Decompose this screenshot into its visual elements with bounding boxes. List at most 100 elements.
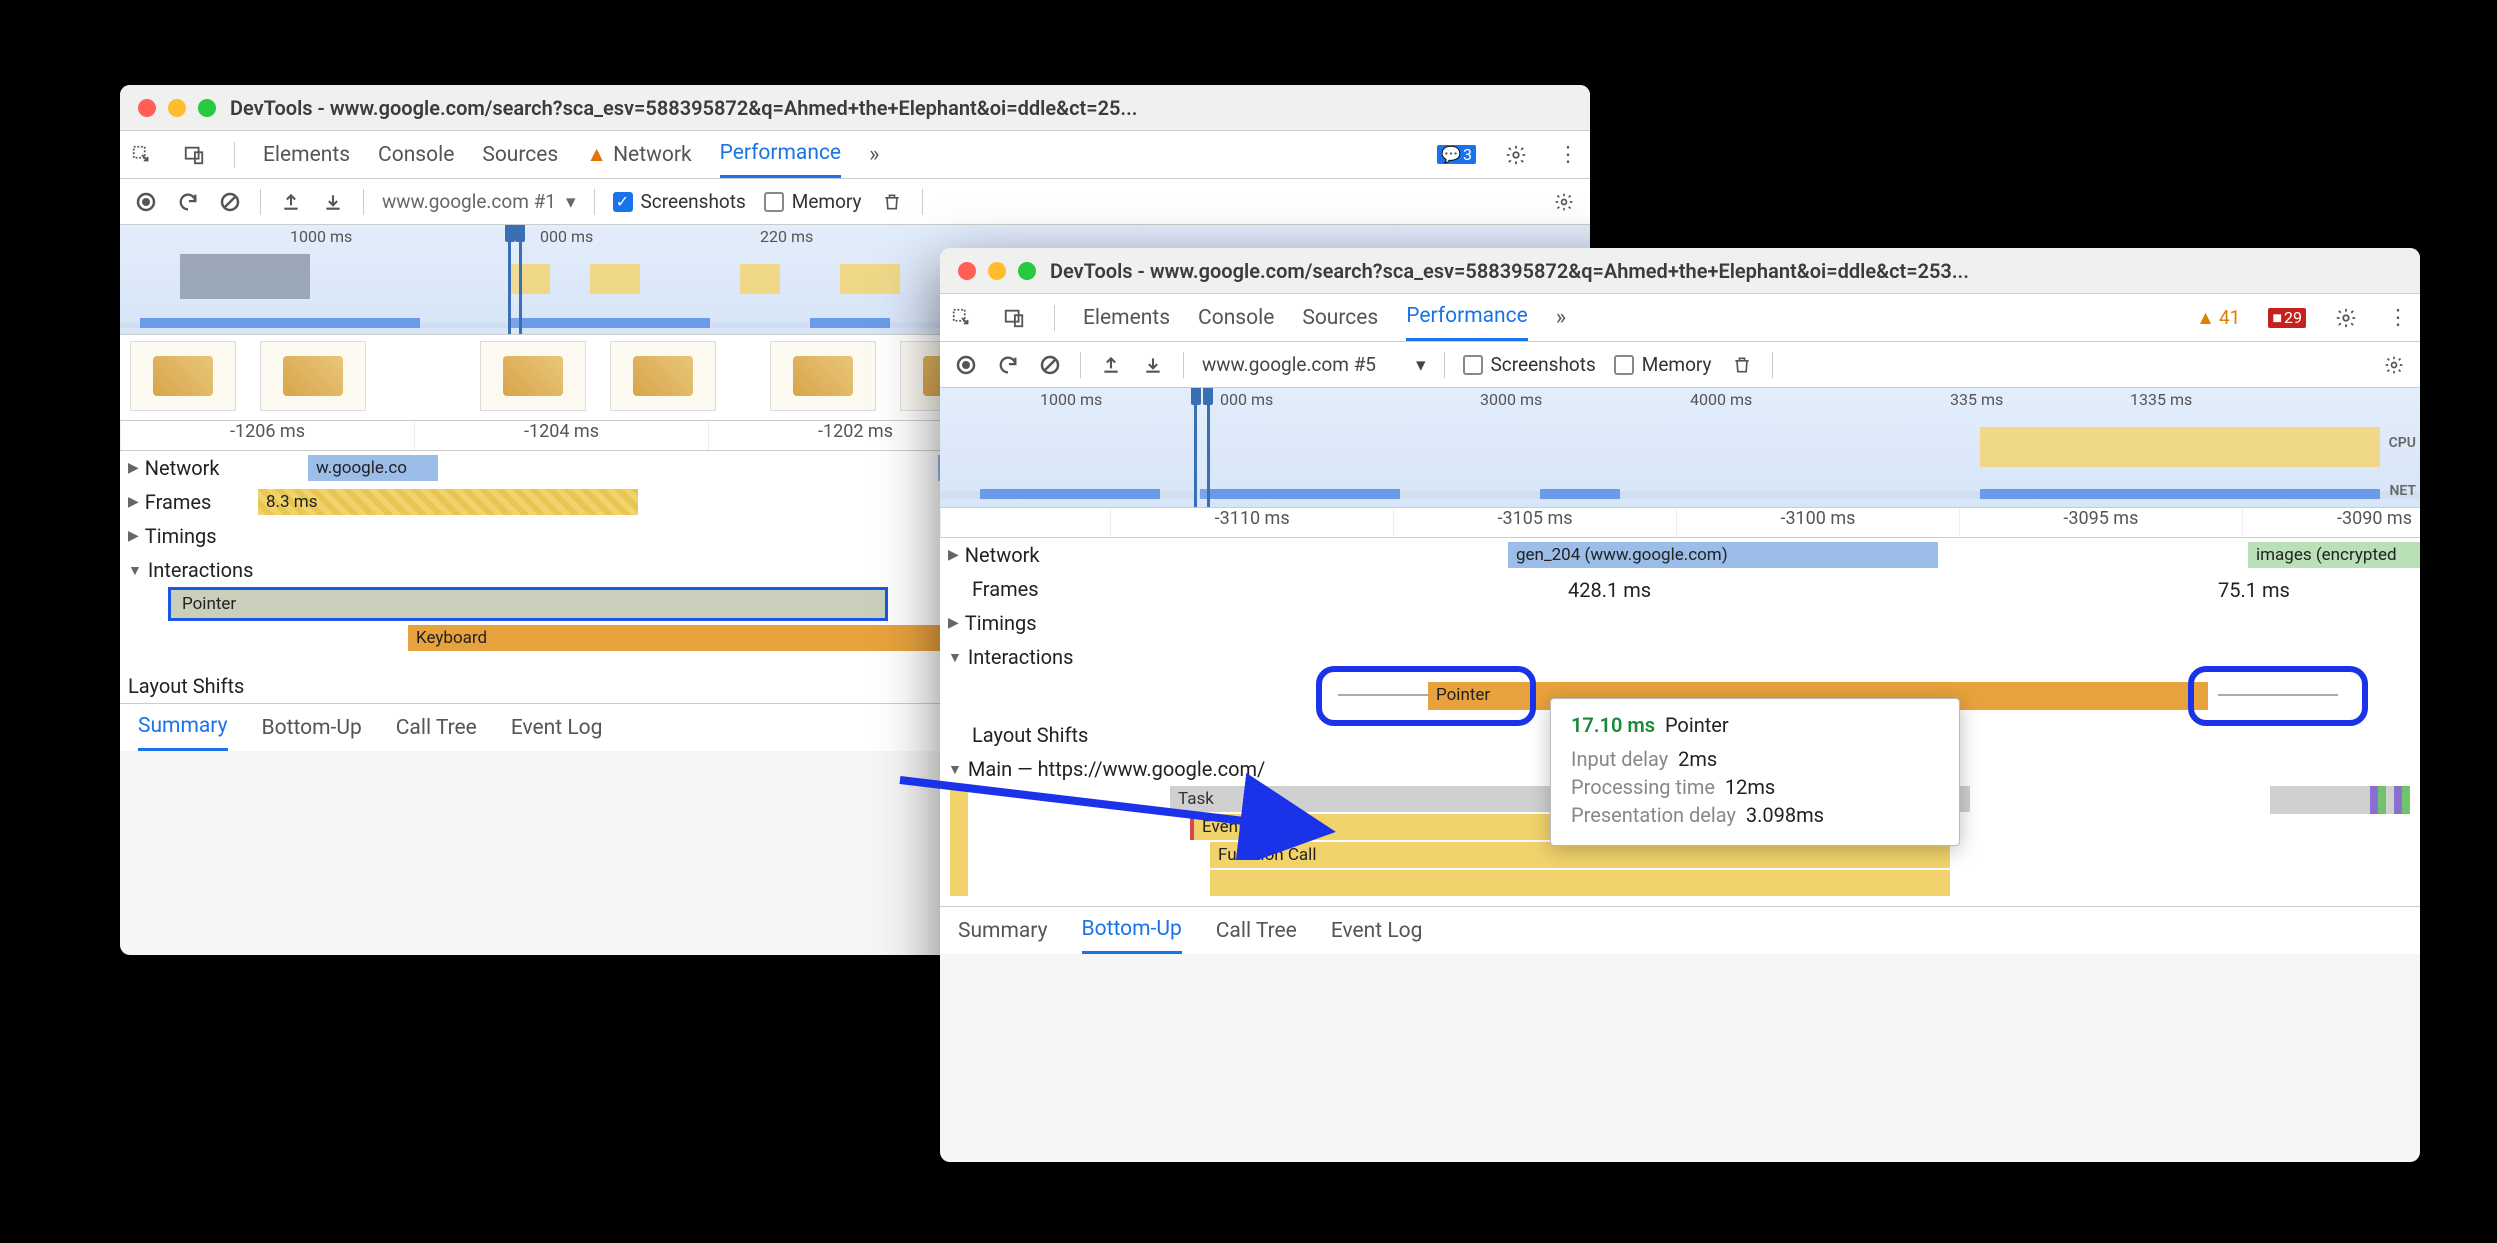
- reload-icon[interactable]: [996, 353, 1020, 377]
- gear-icon[interactable]: [2382, 353, 2406, 377]
- tab-network[interactable]: ▲ Network: [586, 131, 691, 178]
- session-select[interactable]: www.google.com #5 ▾: [1202, 353, 1426, 376]
- track-interactions[interactable]: ▼Interactions: [128, 558, 308, 582]
- overview-tick: 1335 ms: [2130, 390, 2192, 409]
- messages-badge[interactable]: 💬 3: [1437, 145, 1476, 164]
- flame-bar[interactable]: [2378, 786, 2386, 814]
- perf-toolbar: www.google.com #1 ▾ ✓ Screenshots Memory: [120, 179, 1590, 225]
- tab-performance[interactable]: Performance: [720, 131, 841, 178]
- tab-call-tree[interactable]: Call Tree: [396, 704, 477, 751]
- warnings-badge[interactable]: ▲ 41: [2196, 306, 2240, 330]
- session-label: www.google.com #1: [382, 190, 556, 213]
- screenshot-thumb[interactable]: [610, 341, 716, 411]
- flame-bar[interactable]: [2370, 786, 2378, 814]
- gear-icon[interactable]: [2334, 306, 2358, 330]
- track-timings[interactable]: ▶Timings: [128, 524, 308, 548]
- memory-checkbox[interactable]: Memory: [764, 190, 862, 213]
- tab-bottom-up[interactable]: Bottom-Up: [262, 704, 362, 751]
- flame-bar[interactable]: [2270, 786, 2370, 814]
- device-toggle-icon[interactable]: [182, 143, 206, 167]
- errors-badge[interactable]: ■ 29: [2268, 308, 2306, 328]
- session-select[interactable]: www.google.com #1 ▾: [382, 190, 576, 213]
- screenshots-checkbox[interactable]: Screenshots: [1463, 353, 1596, 376]
- screenshot-thumb[interactable]: [260, 341, 366, 411]
- track-interactions[interactable]: ▼Interactions: [948, 645, 1128, 669]
- memory-checkbox[interactable]: Memory: [1614, 353, 1712, 376]
- flame-bar[interactable]: [1210, 870, 1950, 896]
- tab-performance[interactable]: Performance: [1406, 294, 1527, 341]
- track-layout-shifts[interactable]: Layout Shifts: [128, 674, 308, 698]
- handle-left[interactable]: [505, 225, 515, 242]
- viewport-selection[interactable]: [1194, 388, 1210, 507]
- screenshots-checkbox[interactable]: ✓ Screenshots: [613, 190, 746, 213]
- network-item[interactable]: gen_204 (www.google.com): [1508, 542, 1938, 568]
- tab-console[interactable]: Console: [378, 131, 454, 178]
- overview-timeline[interactable]: 1000 ms 000 ms 3000 ms 4000 ms 335 ms 13…: [940, 388, 2420, 508]
- inspect-icon[interactable]: [950, 306, 974, 330]
- viewport-selection[interactable]: [508, 225, 522, 334]
- tab-call-tree[interactable]: Call Tree: [1216, 907, 1297, 954]
- tab-console[interactable]: Console: [1198, 294, 1274, 341]
- kebab-icon[interactable]: ⋮: [1556, 143, 1580, 167]
- record-icon[interactable]: [954, 353, 978, 377]
- download-icon[interactable]: [321, 190, 345, 214]
- device-toggle-icon[interactable]: [1002, 306, 1026, 330]
- handle-right[interactable]: [1203, 388, 1213, 405]
- network-item[interactable]: w.google.co: [308, 455, 438, 481]
- close-icon[interactable]: [958, 262, 976, 280]
- reload-icon[interactable]: [176, 190, 200, 214]
- overview-tick: 4000 ms: [1690, 390, 1752, 409]
- trash-icon[interactable]: [880, 190, 904, 214]
- tab-event-log[interactable]: Event Log: [511, 704, 603, 751]
- gear-icon[interactable]: [1504, 143, 1528, 167]
- tab-summary[interactable]: Summary: [138, 704, 228, 751]
- handle-right[interactable]: [515, 225, 525, 242]
- tab-summary[interactable]: Summary: [958, 907, 1048, 954]
- titlebar[interactable]: DevTools - www.google.com/search?sca_esv…: [940, 248, 2420, 294]
- kebab-icon[interactable]: ⋮: [2386, 306, 2410, 330]
- handle-left[interactable]: [1191, 388, 1201, 405]
- track-network[interactable]: ▶Network: [948, 543, 1128, 567]
- track-timings[interactable]: ▶Timings: [948, 611, 1128, 635]
- zoom-icon[interactable]: [198, 99, 216, 117]
- screenshot-thumb[interactable]: [480, 341, 586, 411]
- more-tabs-icon[interactable]: »: [1556, 305, 1566, 330]
- trash-icon[interactable]: [1730, 353, 1754, 377]
- flame-bar[interactable]: [2394, 786, 2402, 814]
- tab-elements[interactable]: Elements: [263, 131, 350, 178]
- close-icon[interactable]: [138, 99, 156, 117]
- divider: [234, 142, 235, 168]
- tab-event-log[interactable]: Event Log: [1331, 907, 1423, 954]
- time-ruler[interactable]: -3110 ms -3105 ms -3100 ms -3095 ms -309…: [940, 508, 2420, 538]
- divider: [260, 189, 261, 215]
- network-item[interactable]: images (encrypted: [2248, 542, 2420, 568]
- tab-sources[interactable]: Sources: [482, 131, 558, 178]
- clear-icon[interactable]: [1038, 353, 1062, 377]
- minimize-icon[interactable]: [168, 99, 186, 117]
- ruler-tick: -3105 ms: [1393, 508, 1676, 537]
- download-icon[interactable]: [1141, 353, 1165, 377]
- inspect-icon[interactable]: [130, 143, 154, 167]
- tab-sources[interactable]: Sources: [1302, 294, 1378, 341]
- frame-bar[interactable]: 8.3 ms: [258, 489, 638, 515]
- overview-tick: 1000 ms: [1040, 390, 1102, 409]
- screenshots-label: Screenshots: [1491, 353, 1596, 376]
- upload-icon[interactable]: [279, 190, 303, 214]
- screenshot-thumb[interactable]: [130, 341, 236, 411]
- record-icon[interactable]: [134, 190, 158, 214]
- zoom-icon[interactable]: [1018, 262, 1036, 280]
- titlebar[interactable]: DevTools - www.google.com/search?sca_esv…: [120, 85, 1590, 131]
- clear-icon[interactable]: [218, 190, 242, 214]
- gear-icon[interactable]: [1552, 190, 1576, 214]
- flame-bar[interactable]: [2386, 786, 2394, 814]
- upload-icon[interactable]: [1099, 353, 1123, 377]
- tab-bottom-up[interactable]: Bottom-Up: [1082, 907, 1182, 954]
- minimize-icon[interactable]: [988, 262, 1006, 280]
- screenshot-thumb[interactable]: [770, 341, 876, 411]
- track-network[interactable]: ▶Network: [128, 456, 308, 480]
- interaction-pointer-label[interactable]: Pointer: [174, 591, 294, 617]
- flame-bar[interactable]: [2402, 786, 2410, 814]
- track-frames[interactable]: Frames: [948, 577, 1128, 601]
- more-tabs-icon[interactable]: »: [869, 142, 879, 167]
- tab-elements[interactable]: Elements: [1083, 294, 1170, 341]
